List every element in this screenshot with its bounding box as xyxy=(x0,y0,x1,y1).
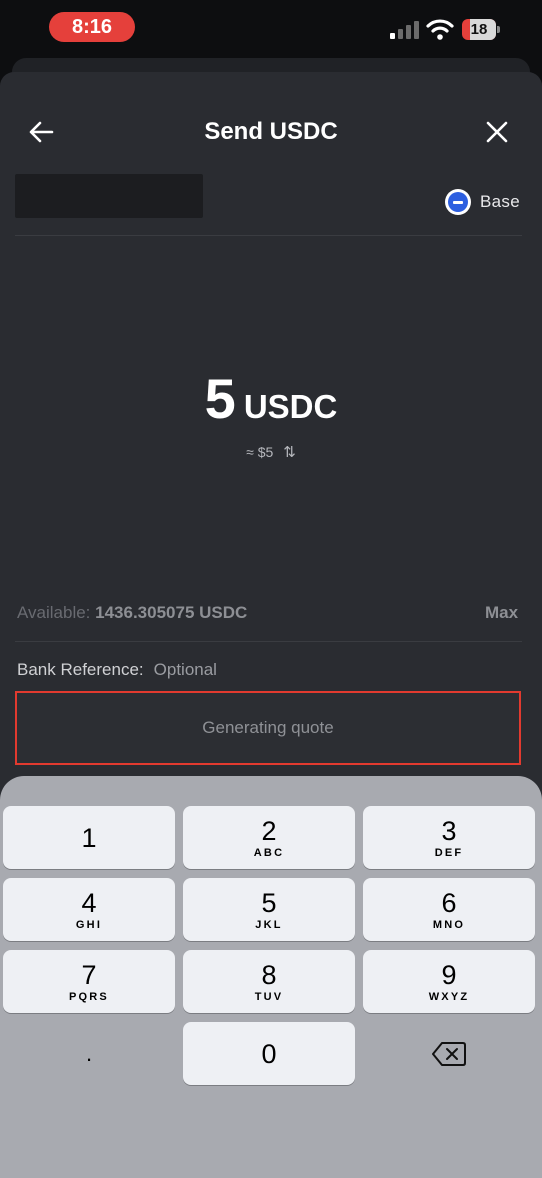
recipient-field[interactable] xyxy=(15,174,203,218)
backspace-icon xyxy=(432,1041,466,1066)
divider xyxy=(15,641,522,642)
bank-reference-input[interactable] xyxy=(153,660,454,680)
key-5[interactable]: 5 JKL xyxy=(183,878,355,941)
key-3[interactable]: 3 DEF xyxy=(363,806,535,869)
fiat-equivalent: ≈ $5 ⇅ xyxy=(0,443,542,461)
generating-quote-label: Generating quote xyxy=(202,718,334,737)
base-network-icon xyxy=(445,189,471,215)
bank-reference-row: Bank Reference: xyxy=(17,660,454,680)
cellular-signal-icon xyxy=(390,21,419,39)
battery-nub xyxy=(497,26,500,33)
key-1[interactable]: 1 xyxy=(3,806,175,869)
fiat-value: ≈ $5 xyxy=(246,444,274,460)
battery-level: 18 xyxy=(470,21,488,38)
key-9[interactable]: 9 WXYZ xyxy=(363,950,535,1013)
available-value: 1436.305075 USDC xyxy=(95,603,248,622)
key-0[interactable]: 0 xyxy=(183,1022,355,1085)
key-2[interactable]: 2 ABC xyxy=(183,806,355,869)
amount-currency: USDC xyxy=(243,388,338,425)
key-8[interactable]: 8 TUV xyxy=(183,950,355,1013)
battery-icon: 18 xyxy=(462,19,496,40)
key-7[interactable]: 7 PQRS xyxy=(3,950,175,1013)
bank-reference-label: Bank Reference: xyxy=(17,660,144,679)
generating-quote-button[interactable]: Generating quote xyxy=(15,691,521,765)
time-pill: 8:16 xyxy=(49,12,135,42)
wifi-icon xyxy=(426,19,454,40)
available-label: Available: xyxy=(17,603,91,622)
backspace-key[interactable] xyxy=(363,1022,535,1085)
available-balance: Available: 1436.305075 USDC xyxy=(17,603,247,623)
key-4[interactable]: 4 GHI xyxy=(3,878,175,941)
key-decimal[interactable]: . xyxy=(3,1022,175,1085)
network-selector[interactable]: Base xyxy=(445,188,520,216)
divider xyxy=(15,235,522,236)
amount-display: 5 USDC xyxy=(0,366,542,431)
network-name: Base xyxy=(480,192,520,211)
numeric-keypad: 1 2 ABC 3 DEF 4 GHI 5 JKL 6 MNO 7 PQRS 8… xyxy=(0,776,542,1178)
close-icon[interactable] xyxy=(482,117,512,147)
swap-units-icon[interactable]: ⇅ xyxy=(283,443,296,461)
key-6[interactable]: 6 MNO xyxy=(363,878,535,941)
page-title: Send USDC xyxy=(204,118,338,145)
max-button[interactable]: Max xyxy=(485,603,518,623)
status-bar: 8:16 18 xyxy=(0,0,542,58)
status-time: 8:16 xyxy=(71,15,113,38)
amount-value: 5 xyxy=(204,367,236,430)
